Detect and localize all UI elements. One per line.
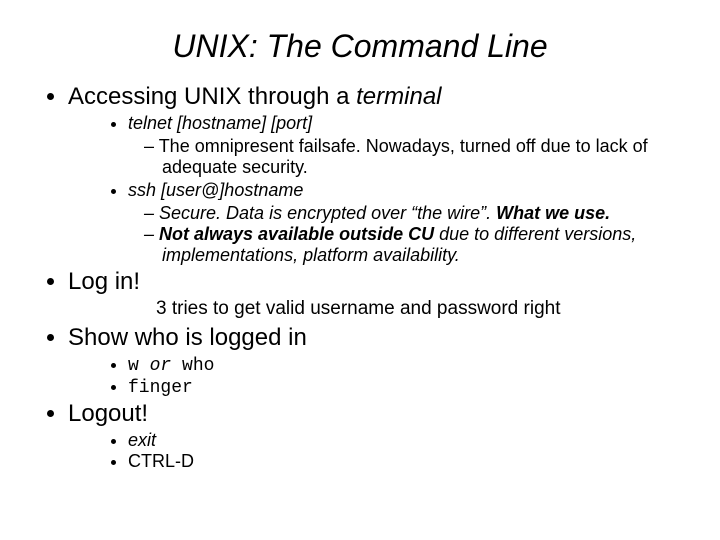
dash-list: Secure. Data is encrypted over “the wire… [68,203,680,266]
sub-item: w or who [128,354,680,376]
bullet-show-who: Show who is logged in w or who finger [68,324,680,398]
code-text: who [182,356,214,376]
sub-list: w or who finger [68,354,680,398]
text-bold: Not always available outside CU [159,224,434,244]
bullet-text: Log in! [68,268,140,295]
sub-item: exit [128,430,680,451]
text-bold: What we use. [496,203,610,223]
text: Secure. Data is encrypted over “the wire… [159,203,496,223]
bullet-text-em: terminal [356,83,441,110]
code-text: finger [128,378,193,398]
bullet-list: Accessing UNIX through a terminal telnet… [40,83,680,472]
note-text: 3 tries to get valid username and passwo… [68,298,680,320]
dash-item: Secure. Data is encrypted over “the wire… [162,203,680,224]
slide: UNIX: The Command Line Accessing UNIX th… [0,0,720,494]
slide-title: UNIX: The Command Line [40,28,680,65]
sub-list: ssh [user@]hostname [68,180,680,201]
code-text: w [128,356,139,376]
sub-telnet: telnet [hostname] [port] [128,113,680,134]
bullet-login: Log in! 3 tries to get valid username an… [68,268,680,320]
sub-item: CTRL-D [128,451,680,472]
bullet-text: Logout! [68,400,148,427]
sub-list: telnet [hostname] [port] [68,113,680,134]
dash-list: The omnipresent failsafe. Nowadays, turn… [68,136,680,178]
bullet-accessing: Accessing UNIX through a terminal telnet… [68,83,680,266]
bullet-logout: Logout! exit CTRL-D [68,400,680,472]
sub-item: finger [128,376,680,398]
bullet-text: Accessing UNIX through a [68,83,356,110]
sub-list: exit CTRL-D [68,430,680,472]
bullet-text: Show who is logged in [68,324,307,351]
dash-item: The omnipresent failsafe. Nowadays, turn… [162,136,680,178]
code-text: or [139,356,182,376]
sub-ssh: ssh [user@]hostname [128,180,680,201]
dash-item: Not always available outside CU due to d… [162,224,680,266]
